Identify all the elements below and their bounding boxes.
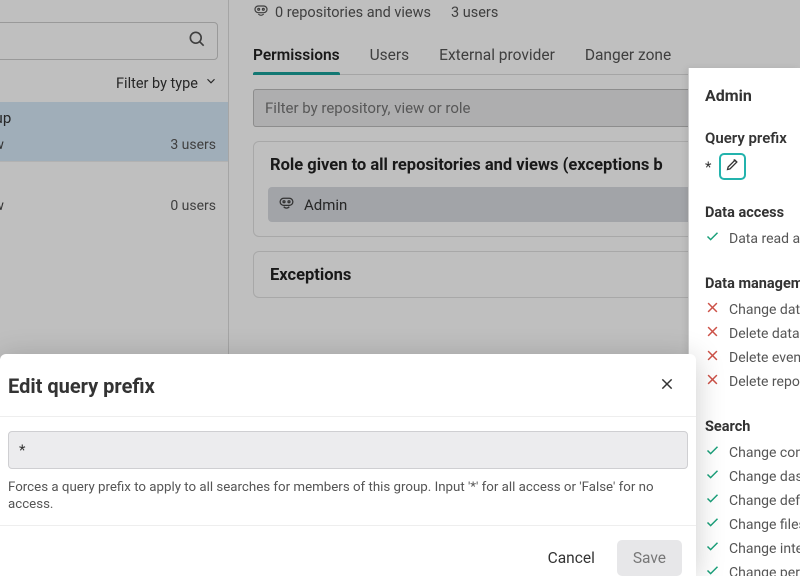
perm-item: Delete event [705,348,800,367]
cancel-button[interactable]: Cancel [544,541,599,575]
perm-item: Change das [705,467,800,486]
section-data-management: Data manageme [705,275,800,292]
query-prefix-value: * [705,158,711,176]
check-icon [705,515,720,534]
check-icon [705,229,720,248]
edit-query-prefix-button[interactable] [719,153,746,180]
perm-item: Data read ac [705,229,800,248]
modal-help-text: Forces a query prefix to apply to all se… [8,479,688,514]
role-detail-title: Admin [705,86,800,105]
close-icon [659,376,675,396]
perm-item: Change files [705,515,800,534]
close-button[interactable] [656,375,678,397]
check-icon [705,443,720,462]
check-icon [705,563,720,576]
perm-item: Change data [705,300,800,319]
perm-item: Delete data [705,324,800,343]
perm-item: Change defa [705,491,800,510]
x-icon [705,300,720,319]
modal-title: Edit query prefix [8,374,155,398]
section-search: Search [705,418,800,435]
perm-item: Delete repos [705,372,800,391]
perm-item: Change inte [705,539,800,558]
x-icon [705,324,720,343]
check-icon [705,491,720,510]
check-icon [705,539,720,558]
perm-item: Change con [705,443,800,462]
save-button[interactable]: Save [617,540,682,576]
section-data-access: Data access [705,204,800,221]
role-detail-panel: Admin Query prefix * Data access Data re… [688,68,800,576]
pencil-icon [725,157,740,176]
perm-item: Change perm [705,563,800,576]
query-prefix-input[interactable] [8,431,688,469]
check-icon [705,467,720,486]
query-prefix-label: Query prefix [705,129,800,147]
x-icon [705,348,720,367]
x-icon [705,372,720,391]
edit-query-prefix-modal: Edit query prefix Forces a query prefix … [0,354,696,576]
